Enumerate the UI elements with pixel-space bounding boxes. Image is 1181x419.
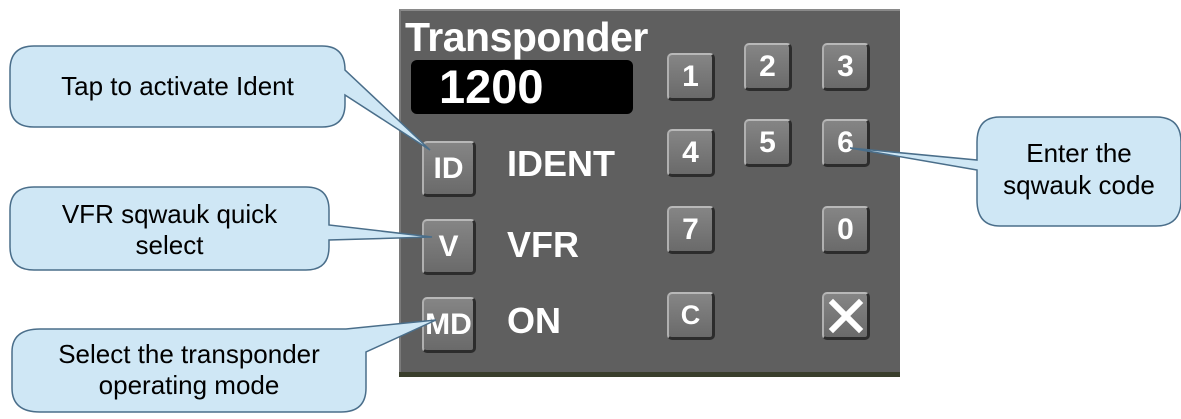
- mode-label: ON: [507, 300, 561, 341]
- callout-mode-line2: operating mode: [98, 370, 280, 400]
- callout-vfr-line1: VFR sqwauk quick: [61, 199, 278, 229]
- callout-vfr-line2: select: [135, 230, 204, 260]
- panel-bottom-strip: [399, 372, 900, 377]
- callout-code-line1: Enter the: [1026, 138, 1132, 168]
- key-7[interactable]: 7: [667, 206, 715, 254]
- key-7-label: 7: [682, 212, 699, 246]
- key-2-label: 2: [759, 49, 776, 83]
- key-4-label: 4: [682, 135, 699, 169]
- mode-button-label: MD: [425, 307, 472, 341]
- mode-button[interactable]: MD: [422, 297, 476, 353]
- clear-button-label: C: [680, 300, 701, 330]
- close-icon: [828, 298, 863, 333]
- key-6[interactable]: 6: [822, 119, 870, 167]
- callout-ident-text: Tap to activate Ident: [61, 71, 294, 101]
- vfr-button[interactable]: V: [422, 219, 476, 275]
- squawk-display: 1200: [411, 60, 633, 114]
- key-2[interactable]: 2: [744, 43, 792, 91]
- close-button[interactable]: [822, 292, 870, 340]
- panel-title: Transponder: [405, 14, 648, 60]
- ident-label: IDENT: [507, 143, 615, 184]
- key-5-label: 5: [759, 125, 776, 159]
- callout-code-line2: sqwauk code: [1003, 170, 1155, 200]
- clear-button[interactable]: C: [667, 292, 715, 340]
- transponder-panel: Transponder 1200 ID IDENT V VFR MD ON 1 …: [399, 9, 900, 372]
- key-0-label: 0: [837, 212, 854, 246]
- key-3-label: 3: [837, 49, 854, 83]
- key-0[interactable]: 0: [822, 206, 870, 254]
- vfr-label: VFR: [507, 224, 579, 265]
- ident-button-label: ID: [433, 151, 464, 185]
- key-1[interactable]: 1: [667, 53, 715, 101]
- vfr-button-label: V: [438, 229, 459, 263]
- ident-button[interactable]: ID: [422, 141, 476, 197]
- key-4[interactable]: 4: [667, 129, 715, 177]
- squawk-code: 1200: [439, 60, 544, 113]
- callout-mode-line1: Select the transponder: [58, 339, 320, 369]
- key-6-label: 6: [837, 125, 854, 159]
- key-1-label: 1: [682, 59, 699, 93]
- key-3[interactable]: 3: [822, 43, 870, 91]
- key-5[interactable]: 5: [744, 119, 792, 167]
